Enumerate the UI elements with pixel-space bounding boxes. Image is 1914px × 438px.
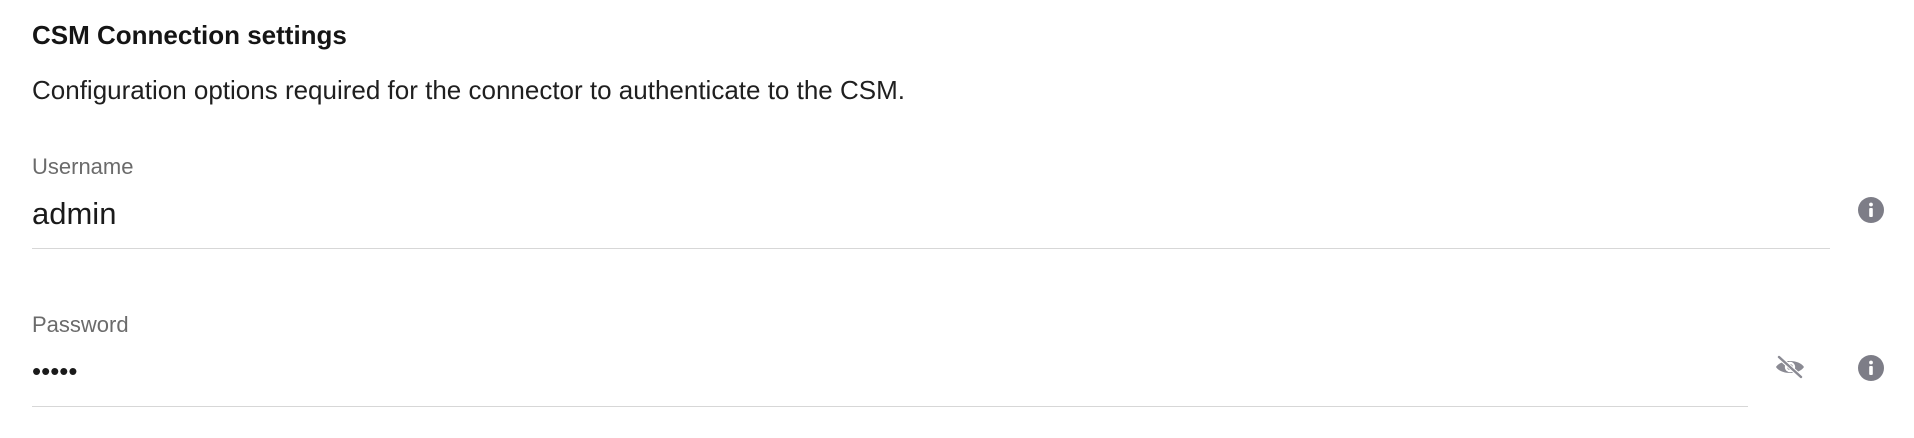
section-description: Configuration options required for the c… [32, 75, 905, 105]
password-input[interactable]: ••••• [32, 356, 78, 387]
section-title: CSM Connection settings [32, 20, 347, 50]
username-input[interactable]: admin [32, 196, 116, 232]
password-underline [32, 406, 1748, 407]
username-info-icon[interactable] [1856, 195, 1886, 225]
eye-slash-icon[interactable] [1772, 352, 1808, 382]
username-label: Username [32, 154, 134, 179]
csm-connection-settings-section: CSM Connection settings Configuration op… [32, 0, 1892, 438]
username-underline [32, 248, 1830, 249]
password-label: Password [32, 312, 129, 337]
password-info-icon[interactable] [1856, 353, 1886, 383]
